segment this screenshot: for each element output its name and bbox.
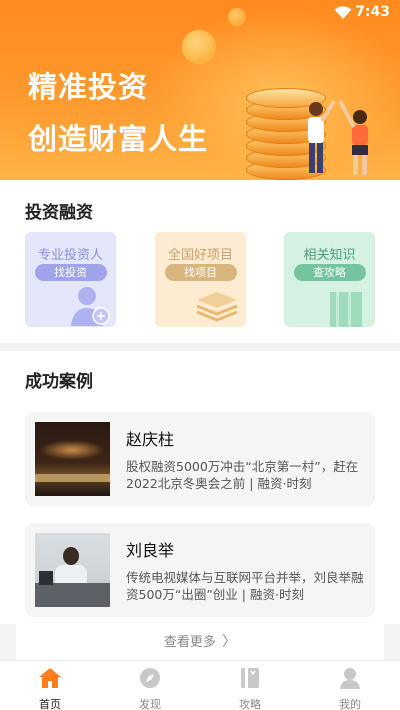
banner-subheadline: 创造财富人生: [28, 122, 209, 156]
status-time: 7:43: [355, 4, 390, 20]
card-knowledge[interactable]: 相关知识 查攻略: [284, 232, 375, 327]
card-investor[interactable]: 专业投资人 找投资: [25, 232, 116, 327]
status-bar: 7:43: [0, 0, 400, 26]
case-description: 股权融资5000万冲击“北京第一村”，赶在2022北京冬奥会之前 | 融资·时刻: [126, 459, 359, 491]
view-guide-button[interactable]: 查攻略: [293, 264, 366, 281]
case-card[interactable]: 刘良举 传统电视媒体与互联网平台并举，刘良举融资500万“出圈”创业 | 融资·…: [25, 523, 375, 617]
chevron-right-icon: 〉: [222, 634, 237, 650]
wifi-icon: [334, 6, 352, 19]
tab-home[interactable]: 首页: [0, 661, 100, 710]
cases-section: 成功案例 赵庆柱 股权融资5000万冲击“北京第一村”，赶在2022北京冬奥会之…: [0, 351, 400, 624]
bookmark-icon: [241, 668, 259, 688]
case-photo: [35, 422, 110, 496]
tab-label: 首页: [39, 698, 61, 710]
coin-decoration: [182, 30, 216, 64]
stack-icon: [196, 292, 238, 322]
tab-discover[interactable]: 发现: [100, 661, 200, 710]
tab-label: 攻略: [239, 698, 261, 710]
tab-mine[interactable]: 我的: [300, 661, 400, 710]
case-description: 传统电视媒体与互联网平台并举，刘良举融资500万“出圈”创业 | 融资·时刻: [126, 570, 364, 602]
card-title: 全国好项目: [167, 248, 233, 263]
investor-icon: [71, 287, 110, 326]
bottom-tab-bar: 首页 发现 攻略 我的: [0, 660, 400, 710]
case-card[interactable]: 赵庆柱 股权融资5000万冲击“北京第一村”，赶在2022北京冬奥会之前 | 融…: [25, 412, 375, 506]
view-more-button[interactable]: 查看更多 〉: [16, 624, 384, 660]
invest-section: 投资融资 专业投资人 找投资 全国好项目 找项目 相关知识 查攻略: [0, 180, 400, 343]
case-name: 刘良举: [126, 541, 175, 560]
case-photo: [35, 533, 110, 607]
compass-icon: [140, 668, 160, 688]
find-investment-button[interactable]: 找投资: [34, 264, 107, 281]
section-title: 成功案例: [25, 372, 93, 392]
find-project-button[interactable]: 找项目: [164, 264, 237, 281]
tab-label: 发现: [139, 698, 161, 710]
book-icon: [330, 292, 362, 327]
hero-banner[interactable]: 7:43 精准投资 创造财富人生: [0, 0, 400, 180]
section-title: 投资融资: [25, 203, 93, 223]
card-title: 相关知识: [303, 248, 356, 263]
tab-label: 我的: [339, 698, 361, 710]
user-icon: [340, 668, 360, 689]
card-title: 专业投资人: [37, 248, 103, 263]
coin-decoration: [228, 8, 246, 26]
home-icon: [39, 668, 61, 688]
card-project[interactable]: 全国好项目 找项目: [155, 232, 246, 327]
banner-headline: 精准投资: [28, 70, 149, 104]
tab-guide[interactable]: 攻略: [200, 661, 300, 710]
people-illustration: [308, 99, 368, 175]
case-name: 赵庆柱: [126, 430, 175, 449]
view-more-label: 查看更多: [163, 635, 216, 650]
